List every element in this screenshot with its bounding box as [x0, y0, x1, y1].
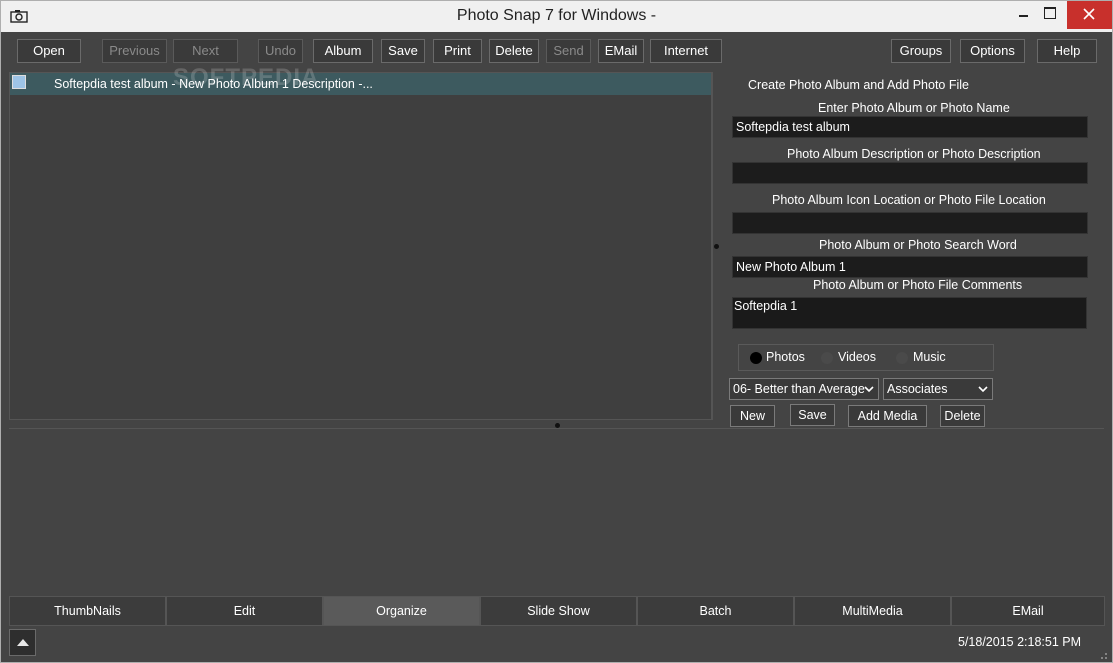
form-save-button[interactable]: Save: [790, 404, 835, 426]
vertical-splitter-handle[interactable]: [714, 244, 719, 249]
options-button[interactable]: Options: [960, 39, 1025, 63]
triangle-up-icon: [17, 639, 29, 646]
print-button[interactable]: Print: [433, 39, 482, 63]
undo-button[interactable]: Undo: [258, 39, 303, 63]
icon-location-label: Photo Album Icon Location or Photo File …: [772, 193, 1046, 207]
album-form: Create Photo Album and Add Photo File En…: [720, 72, 1110, 432]
description-label: Photo Album Description or Photo Descrip…: [787, 147, 1041, 161]
bottom-tabs: ThumbNails Edit Organize Slide Show Batc…: [9, 596, 1105, 626]
tab-slide-show[interactable]: Slide Show: [480, 596, 637, 626]
tab-thumbnails[interactable]: ThumbNails: [9, 596, 166, 626]
radio-music[interactable]: [896, 352, 908, 364]
horizontal-splitter-handle[interactable]: [555, 423, 560, 428]
open-button[interactable]: Open: [17, 39, 81, 63]
album-list[interactable]: Softepdia test album - New Photo Album 1…: [9, 72, 712, 420]
comments-label: Photo Album or Photo File Comments: [813, 278, 1023, 292]
chevron-down-icon: [864, 383, 874, 397]
icon-location-field[interactable]: [732, 212, 1088, 234]
search-word-label: Photo Album or Photo Search Word: [819, 238, 1017, 252]
album-thumbnail-icon: [12, 75, 26, 89]
name-label: Enter Photo Album or Photo Name: [818, 101, 1010, 115]
next-button[interactable]: Next: [173, 39, 238, 63]
radio-videos[interactable]: [821, 352, 833, 364]
tab-multimedia[interactable]: MultiMedia: [794, 596, 951, 626]
name-field[interactable]: Softepdia test album: [732, 116, 1088, 138]
search-word-field[interactable]: New Photo Album 1: [732, 256, 1088, 278]
close-icon[interactable]: [1067, 1, 1112, 29]
new-button[interactable]: New: [730, 405, 775, 427]
status-datetime: 5/18/2015 2:18:51 PM: [957, 635, 1081, 649]
group-select[interactable]: Associates: [883, 378, 993, 400]
toolbar: Open Previous Next Undo Album Save Print…: [1, 32, 1112, 71]
tab-organize[interactable]: Organize: [323, 596, 480, 626]
resize-grip-icon[interactable]: [1098, 648, 1108, 659]
rating-select[interactable]: 06- Better than Average: [729, 378, 879, 400]
form-delete-button[interactable]: Delete: [940, 405, 985, 427]
radio-photos[interactable]: [750, 352, 762, 364]
expand-up-button[interactable]: [9, 629, 36, 656]
vertical-splitter[interactable]: [712, 72, 713, 420]
list-item[interactable]: Softepdia test album - New Photo Album 1…: [10, 73, 711, 95]
album-button[interactable]: Album: [313, 39, 373, 63]
tab-batch[interactable]: Batch: [637, 596, 794, 626]
watermark: SOFTPEDIA: [173, 64, 320, 91]
help-button[interactable]: Help: [1037, 39, 1097, 63]
save-button[interactable]: Save: [381, 39, 425, 63]
internet-button[interactable]: Internet: [650, 39, 722, 63]
maximize-icon[interactable]: [1035, 1, 1065, 29]
window-title: Photo Snap 7 for Windows -: [456, 7, 657, 24]
group-value: Associates: [887, 382, 948, 396]
tab-email[interactable]: EMail: [951, 596, 1105, 626]
radio-music-label: Music: [913, 350, 946, 364]
media-type-group: Photos Videos Music: [738, 344, 994, 371]
title-bar: Photo Snap 7 for Windows -: [1, 1, 1112, 32]
radio-photos-label: Photos: [766, 350, 805, 364]
add-media-button[interactable]: Add Media: [848, 405, 927, 427]
chevron-down-icon: [978, 383, 988, 397]
send-button[interactable]: Send: [546, 39, 591, 63]
description-field[interactable]: [732, 162, 1088, 184]
rating-value: 06- Better than Average: [733, 382, 865, 396]
status-bar: 5/18/2015 2:18:51 PM: [1, 627, 1112, 662]
delete-button[interactable]: Delete: [489, 39, 539, 63]
app-window: Photo Snap 7 for Windows - Open Previous…: [0, 0, 1113, 663]
groups-button[interactable]: Groups: [891, 39, 951, 63]
comments-field[interactable]: Softepdia 1: [732, 297, 1087, 329]
email-button[interactable]: EMail: [598, 39, 644, 63]
preview-panel: [9, 429, 1105, 595]
tab-edit[interactable]: Edit: [166, 596, 323, 626]
previous-button[interactable]: Previous: [102, 39, 167, 63]
radio-videos-label: Videos: [838, 350, 876, 364]
form-heading: Create Photo Album and Add Photo File: [748, 78, 969, 92]
